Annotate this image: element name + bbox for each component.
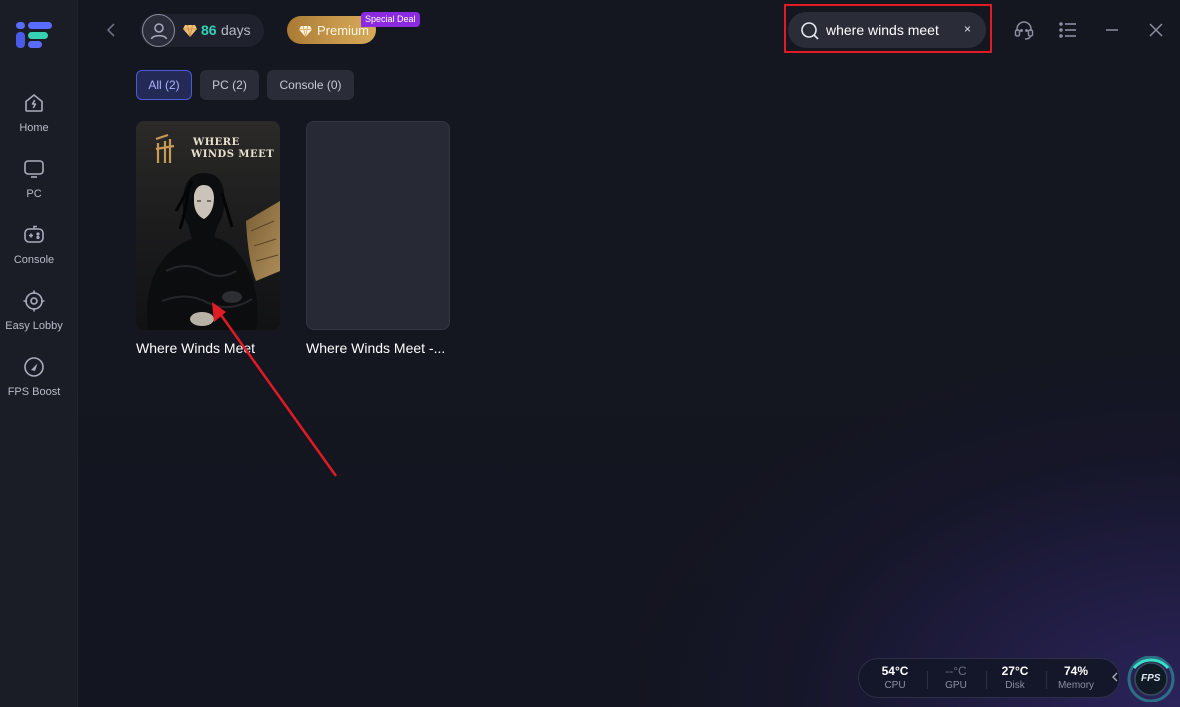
memory-stat: 74% Memory	[1048, 664, 1104, 691]
gamepad-icon	[21, 222, 47, 248]
search-bar[interactable]: ×	[788, 12, 986, 48]
chevron-left-icon[interactable]	[1110, 670, 1120, 684]
back-button[interactable]	[101, 19, 121, 41]
sidebar-item-fps-boost[interactable]: FPS Boost	[0, 354, 68, 410]
disk-stat: 27°C Disk	[987, 664, 1043, 691]
tab-all[interactable]: All (2)	[136, 70, 192, 100]
user-account-pill[interactable]: 86 days	[140, 14, 264, 47]
gpu-label: GPU	[945, 680, 967, 691]
search-input[interactable]	[826, 21, 946, 39]
sidebar-item-label: Easy Lobby	[5, 320, 63, 332]
sidebar-item-console[interactable]: Console	[0, 222, 68, 278]
divider	[1046, 671, 1047, 689]
disk-temperature: 27°C	[1001, 664, 1029, 678]
days-label: days	[221, 22, 251, 38]
minimize-icon[interactable]	[1101, 19, 1123, 41]
support-headset-icon[interactable]	[1013, 19, 1035, 41]
gpu-temperature: --°C	[945, 664, 967, 678]
search-clear-button[interactable]: ×	[964, 22, 971, 36]
game-title[interactable]: Where Winds Meet -...	[306, 340, 452, 356]
sidebar-item-label: FPS Boost	[7, 386, 61, 398]
game-card-where-winds-meet-variant[interactable]	[306, 121, 450, 330]
monitor-icon	[21, 156, 47, 182]
close-icon[interactable]	[1145, 19, 1167, 41]
cpu-label: CPU	[884, 680, 906, 691]
app-window: Home PC Console Easy Lobby FPS Boost 86 …	[0, 0, 1180, 707]
app-logo[interactable]	[16, 20, 54, 50]
hardware-status-bar: 54°C CPU --°C GPU 27°C Disk 74% Memory	[858, 658, 1120, 698]
fps-label: FPS	[1141, 673, 1161, 684]
tab-pc[interactable]: PC (2)	[200, 70, 259, 100]
sidebar-item-label: Home	[19, 122, 49, 134]
memory-label: Memory	[1057, 680, 1095, 691]
special-deal-badge[interactable]: Special Deal	[361, 12, 420, 27]
sidebar-item-easy-lobby[interactable]: Easy Lobby	[0, 288, 68, 344]
speedometer-icon	[21, 354, 47, 380]
diamond-icon	[183, 24, 197, 38]
sidebar-item-pc[interactable]: PC	[0, 156, 68, 212]
days-remaining: 86	[201, 22, 217, 38]
crosshair-icon	[21, 288, 47, 314]
home-icon	[21, 90, 47, 116]
game-title[interactable]: Where Winds Meet	[136, 340, 286, 356]
menu-list-icon[interactable]	[1057, 19, 1079, 41]
sidebar-item-home[interactable]: Home	[0, 90, 68, 146]
avatar[interactable]	[142, 14, 175, 47]
search-icon	[800, 21, 820, 41]
fps-overlay-button[interactable]: FPS	[1126, 655, 1176, 703]
cover-title-text: WHERE WINDS MEET	[191, 137, 275, 160]
sidebar-item-label: Console	[13, 254, 55, 266]
sidebar-item-label: PC	[26, 188, 42, 200]
gpu-stat: --°C GPU	[928, 664, 984, 691]
tab-console[interactable]: Console (0)	[267, 70, 354, 100]
sidebar: Home PC Console Easy Lobby FPS Boost	[0, 0, 78, 707]
cpu-temperature: 54°C	[881, 664, 909, 678]
diamond-icon	[299, 24, 312, 38]
disk-label: Disk	[1005, 680, 1025, 691]
game-card-where-winds-meet[interactable]: WHERE WINDS MEET	[136, 121, 280, 330]
cpu-stat: 54°C CPU	[867, 664, 923, 691]
memory-usage: 74%	[1063, 664, 1089, 678]
